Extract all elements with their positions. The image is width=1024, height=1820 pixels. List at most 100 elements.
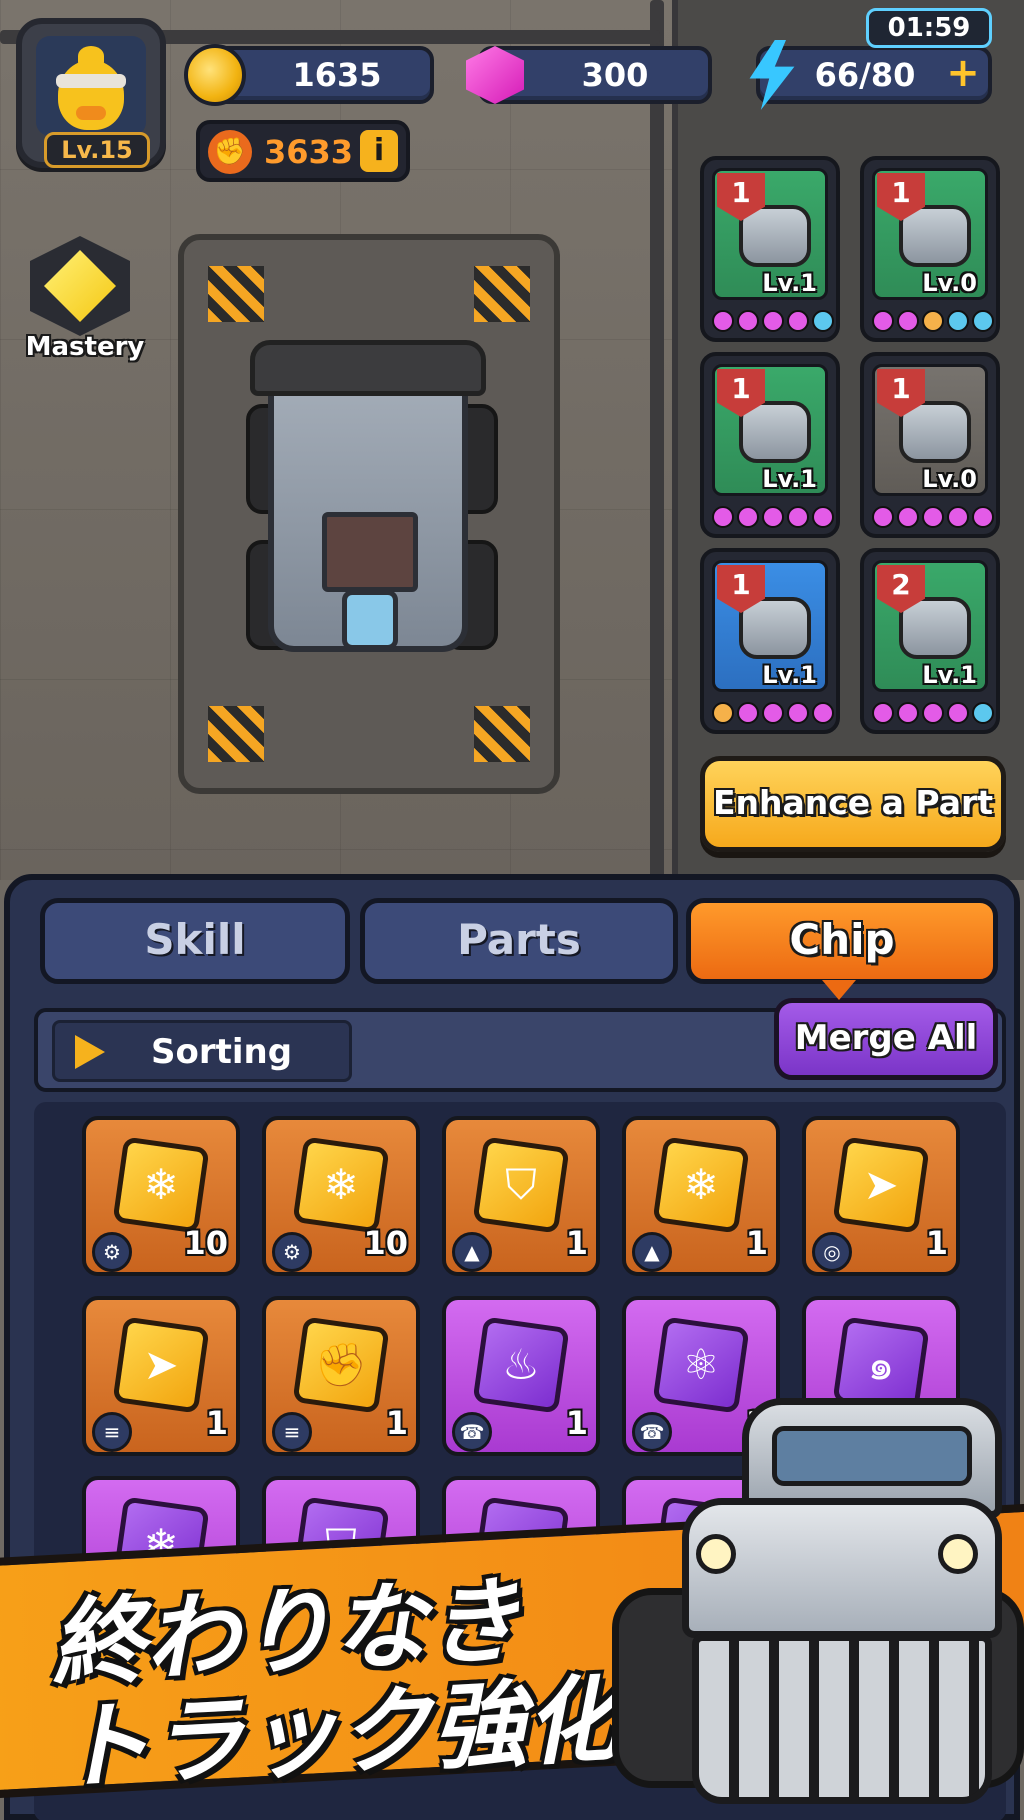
slot-dot (897, 702, 919, 724)
part-card[interactable]: 2 Lv.1 (860, 548, 1000, 734)
chip-symbol-icon: ✊ (314, 1340, 368, 1389)
chip-card[interactable]: ➤ ≡ 1 (82, 1296, 240, 1456)
chip-card[interactable]: ✊ ≡ 1 (262, 1296, 420, 1456)
chip-symbol-icon: ➤ (143, 1340, 179, 1389)
chip-symbol-icon: ➤ (863, 1160, 899, 1209)
chip-symbol-icon: ♨ (502, 1340, 540, 1389)
part-card[interactable]: 1 Lv.0 (860, 156, 1000, 342)
chip-count: 1 (565, 1404, 588, 1442)
combat-power: ✊ 3633 i (196, 120, 410, 182)
slot-dot (897, 310, 919, 332)
truck-bed (322, 512, 418, 592)
chip-symbol-icon: ๑ (867, 1340, 895, 1389)
hazard-stripe (208, 706, 264, 762)
part-slot-dots (872, 310, 996, 332)
part-card[interactable]: 1 Lv.1 (700, 156, 840, 342)
add-energy-button[interactable]: + (946, 53, 980, 93)
energy-timer: 01:59 (866, 8, 992, 48)
chip-icon: ✊ (292, 1316, 390, 1414)
slot-dot (947, 310, 969, 332)
chip-symbol-icon: ❄ (323, 1160, 359, 1209)
truck-plow (250, 340, 486, 396)
slot-dot (787, 506, 809, 528)
chip-card[interactable]: ⛉ ▲ 1 (442, 1116, 600, 1276)
chip-count: 1 (565, 1224, 588, 1262)
player-avatar[interactable]: Lv.15 (16, 18, 166, 168)
duck-beak (76, 106, 106, 120)
slot-dot (812, 506, 834, 528)
merge-all-button[interactable]: Merge All (774, 998, 998, 1080)
part-card[interactable]: 1 Lv.1 (700, 352, 840, 538)
chip-count: 1 (745, 1224, 768, 1262)
part-image: 1 Lv.1 (712, 168, 828, 300)
slot-dot (922, 702, 944, 724)
slot-dot (872, 310, 894, 332)
chip-icon: ♨ (472, 1316, 570, 1414)
slot-dot (812, 702, 834, 724)
promo-truck (612, 1398, 1024, 1820)
energy-bar[interactable]: 66/80 + (756, 46, 992, 104)
chip-card[interactable]: ❄ ▲ 1 (622, 1116, 780, 1276)
fist-icon: ✊ (208, 130, 252, 174)
slot-dot (737, 702, 759, 724)
slot-dot (787, 702, 809, 724)
chip-type-icon: ≡ (272, 1412, 312, 1452)
chip-count: 1 (925, 1224, 948, 1262)
sorting-button[interactable]: Sorting (52, 1020, 352, 1082)
part-image: 2 Lv.1 (872, 560, 988, 692)
chip-type-icon: ⚙ (272, 1232, 312, 1272)
mastery-button[interactable]: Mastery (10, 228, 144, 368)
chip-card[interactable]: ♨ ☎ 1 (442, 1296, 600, 1456)
part-image: 1 Lv.1 (712, 364, 828, 496)
chip-count: 1 (385, 1404, 408, 1442)
chip-count: 10 (363, 1224, 408, 1262)
tab-parts[interactable]: Parts (360, 898, 678, 984)
part-slot-dots (712, 310, 836, 332)
slot-dot (972, 506, 994, 528)
energy-value: 66/80 (814, 56, 916, 94)
duck-headband (56, 74, 126, 88)
chip-type-icon: ▲ (632, 1232, 672, 1272)
chip-card[interactable]: ❄ ⚙ 10 (82, 1116, 240, 1276)
truck-window (772, 1426, 972, 1486)
wall-pipe (650, 0, 664, 880)
chip-symbol-icon: ⛉ (505, 1160, 537, 1209)
chip-type-icon: ⚙ (92, 1232, 132, 1272)
duck-portrait (36, 36, 146, 136)
part-level: Lv.1 (762, 661, 817, 689)
sorting-label: Sorting (151, 1032, 293, 1072)
part-image: 1 Lv.1 (712, 560, 828, 692)
tab-chip[interactable]: Chip (686, 898, 998, 984)
sort-toolbar: Sorting Merge All (34, 998, 1006, 1092)
slot-dot (972, 310, 994, 332)
slot-dot (922, 310, 944, 332)
chip-type-icon: ◎ (812, 1232, 852, 1272)
chip-icon: ❄ (292, 1136, 390, 1234)
part-slot-dots (872, 702, 996, 724)
part-level: Lv.1 (762, 269, 817, 297)
slot-dot (947, 506, 969, 528)
truck-headlight (938, 1534, 978, 1574)
slot-dot (762, 506, 784, 528)
slot-dot (737, 310, 759, 332)
power-value: 3633 (264, 133, 354, 171)
tab-skill[interactable]: Skill (40, 898, 350, 984)
part-level: Lv.0 (922, 269, 977, 297)
slot-dot (787, 310, 809, 332)
chip-count: 10 (183, 1224, 228, 1262)
hazard-stripe (474, 266, 530, 322)
slot-dot (762, 702, 784, 724)
slot-dot (712, 506, 734, 528)
info-button[interactable]: i (360, 130, 398, 172)
chip-card[interactable]: ➤ ◎ 1 (802, 1116, 960, 1276)
chip-card[interactable]: ❄ ⚙ 10 (262, 1116, 420, 1276)
part-card[interactable]: 1 Lv.0 (860, 352, 1000, 538)
chip-icon: ❄ (652, 1136, 750, 1234)
chip-symbol-icon: ❄ (683, 1160, 719, 1209)
truck-headlight (696, 1534, 736, 1574)
chip-symbol-icon: ⚛ (682, 1340, 720, 1389)
truck-grill (692, 1634, 992, 1804)
enhance-part-button[interactable]: Enhance a Part (700, 756, 1006, 852)
part-card[interactable]: 1 Lv.1 (700, 548, 840, 734)
slot-dot (762, 310, 784, 332)
